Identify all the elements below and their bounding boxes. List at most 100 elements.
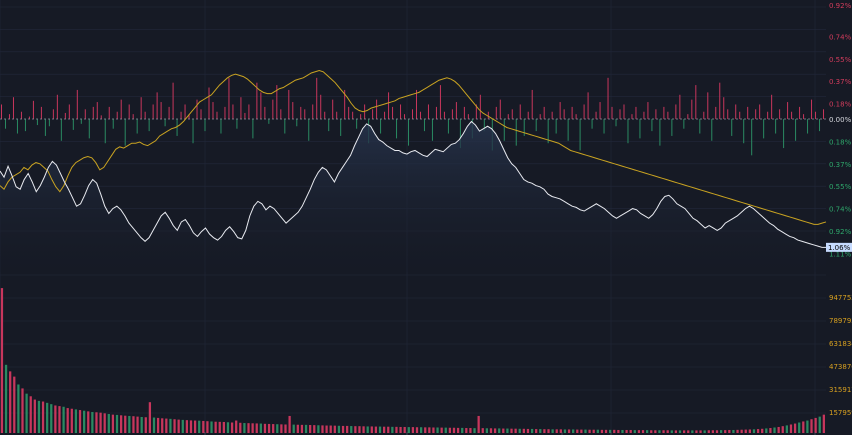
change-bar [607,77,609,119]
change-bar [92,106,94,119]
change-bar [811,99,813,119]
change-bar [551,111,553,119]
change-bar [707,92,709,119]
volume-bar [687,430,690,433]
volume-bar [161,418,164,433]
change-bar [511,109,513,119]
pct-axis-label: 0.00% [829,116,852,124]
change-bar [224,106,226,119]
change-bar [427,104,429,119]
change-bar [136,119,138,134]
volume-bar [300,424,304,433]
change-bar [12,97,14,119]
change-bar [647,102,649,119]
change-bar [120,99,122,119]
volume-bar [576,429,579,433]
change-bar [787,102,789,119]
change-bar [372,109,374,119]
volume-bar [625,429,628,433]
change-bar [739,111,741,119]
volume-bar [440,427,443,433]
pct-axis-label: 0.55% [829,183,852,191]
change-bar [96,102,98,119]
volume-bar [448,427,452,433]
volume-bar [358,426,361,433]
volume-bar [510,428,513,433]
volume-bar [17,384,20,433]
volume-bar [144,417,147,433]
volume-bar [588,429,591,433]
change-bar [747,106,749,119]
change-bar [711,119,713,141]
change-bar [100,115,102,119]
change-bar [228,77,230,119]
volume-bar [189,420,193,433]
volume-bar [798,422,801,433]
volume-bar [218,421,221,433]
change-bar [731,119,733,136]
volume-bar [317,425,320,433]
change-bar [431,119,433,141]
volume-bar [765,428,768,433]
change-bar [264,106,266,119]
volume-bar [370,426,373,433]
volume-bar [210,421,213,433]
volume-bar [469,428,472,433]
change-bar [683,119,685,129]
volume-bar [387,426,390,433]
volume-bar [592,429,595,433]
volume-bar [419,427,423,433]
volume-axis-label: 315917 [829,386,852,394]
volume-bar [633,430,636,433]
volume-bar [481,428,484,433]
volume-bar [744,429,747,433]
volume-bar [91,412,94,433]
change-bar [40,106,42,119]
change-bar [579,119,581,151]
volume-bar [555,429,558,433]
volume-bar [498,428,501,433]
volume-bar [395,426,398,433]
volume-bar [399,426,402,433]
change-bar [555,119,557,134]
change-bar [140,97,142,119]
change-bar [260,92,262,119]
volume-bar [444,427,447,433]
volume-bar [198,420,201,433]
change-bar [695,85,697,119]
change-bar [823,109,825,119]
volume-bar [802,421,805,433]
volume-bar [136,416,139,433]
volume-bar [152,417,156,433]
volume-bar [724,430,727,433]
change-bar [783,119,785,149]
change-bar [116,111,118,119]
volume-bar [502,428,505,433]
volume-bar [719,430,723,433]
volume-bar [4,364,8,433]
change-bar [200,109,202,119]
change-bar [439,85,441,119]
volume-bar [810,419,813,433]
volume-bar [292,424,295,433]
volume-bar [383,426,386,433]
volume-axis-label: 631834 [829,340,852,348]
volume-bar [103,413,106,433]
change-bar [132,114,134,119]
volume-bar [646,430,649,433]
volume-bar [773,427,776,433]
volume-bar [263,423,267,433]
volume-axis-label: 789793 [829,317,852,325]
volume-bar [62,406,65,433]
volume-bar [13,376,16,433]
volume-bar [674,430,678,433]
volume-bar [124,415,127,433]
change-bar [715,106,717,119]
change-bar [559,102,561,119]
change-bar [595,111,597,119]
volume-bar [629,429,632,433]
change-bar [236,119,238,129]
volume-bar [235,420,238,433]
change-bar [703,111,705,119]
volume-bar [403,426,406,433]
